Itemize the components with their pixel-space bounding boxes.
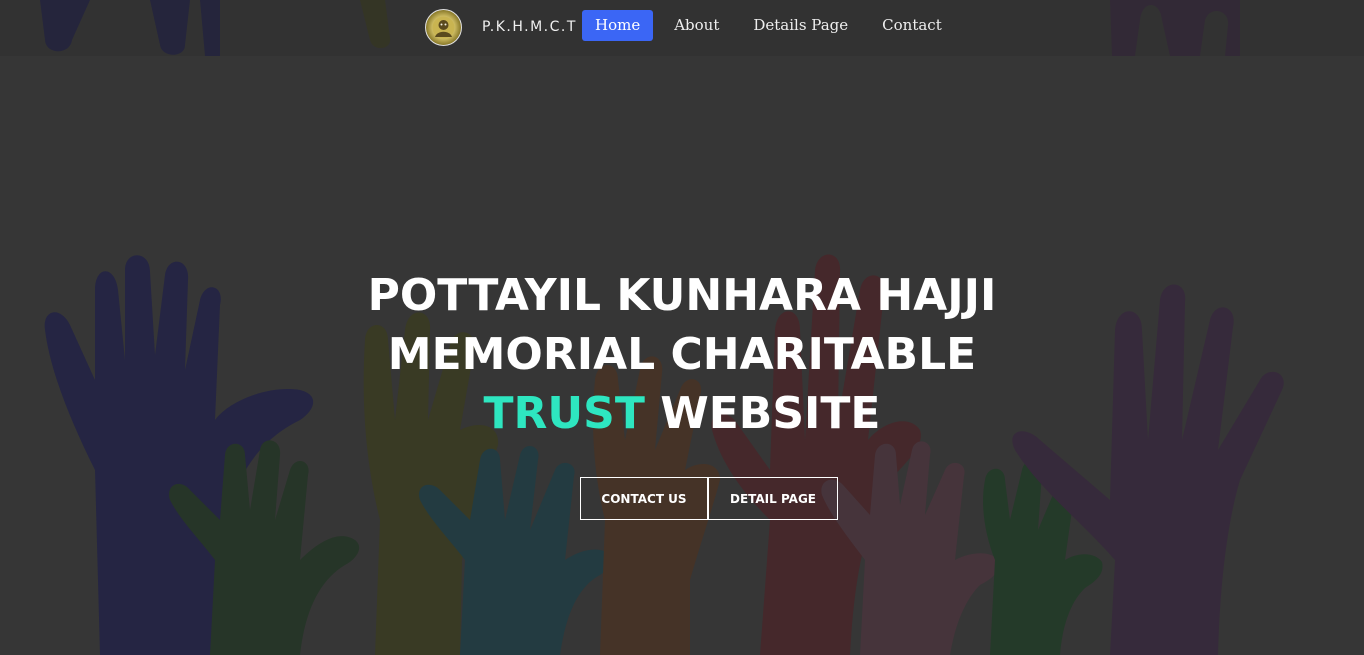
nav-about-link[interactable]: About bbox=[661, 10, 732, 41]
hero-title: POTTAYIL KUNHARA HAJJI MEMORIAL CHARITAB… bbox=[0, 266, 1364, 443]
brand[interactable]: P.K.H.M.C.T bbox=[425, 9, 577, 46]
hero-buttons: CONTACT US DETAIL PAGE bbox=[580, 477, 838, 520]
hero-title-line-2: MEMORIAL CHARITABLE bbox=[387, 329, 977, 380]
brand-name[interactable]: P.K.H.M.C.T bbox=[482, 19, 577, 35]
nav-home-link[interactable]: Home bbox=[582, 10, 654, 41]
hero-title-line-1: POTTAYIL KUNHARA HAJJI bbox=[367, 270, 997, 321]
hero-section: POTTAYIL KUNHARA HAJJI MEMORIAL CHARITAB… bbox=[0, 266, 1364, 443]
trust-logo-icon[interactable] bbox=[425, 9, 462, 46]
portrait-icon bbox=[432, 16, 455, 39]
hero-title-line-3: WEBSITE bbox=[660, 388, 881, 439]
contact-us-button[interactable]: CONTACT US bbox=[580, 477, 708, 520]
navbar: P.K.H.M.C.T Home About Details Page Cont… bbox=[0, 0, 1364, 56]
nav-contact-link[interactable]: Contact bbox=[869, 10, 955, 41]
nav-menu: Home About Details Page Contact bbox=[582, 10, 963, 41]
page: P.K.H.M.C.T Home About Details Page Cont… bbox=[0, 0, 1364, 655]
hero-title-accent-word: TRUST bbox=[483, 388, 645, 439]
detail-page-button[interactable]: DETAIL PAGE bbox=[708, 477, 838, 520]
nav-details-page-link[interactable]: Details Page bbox=[740, 10, 861, 41]
